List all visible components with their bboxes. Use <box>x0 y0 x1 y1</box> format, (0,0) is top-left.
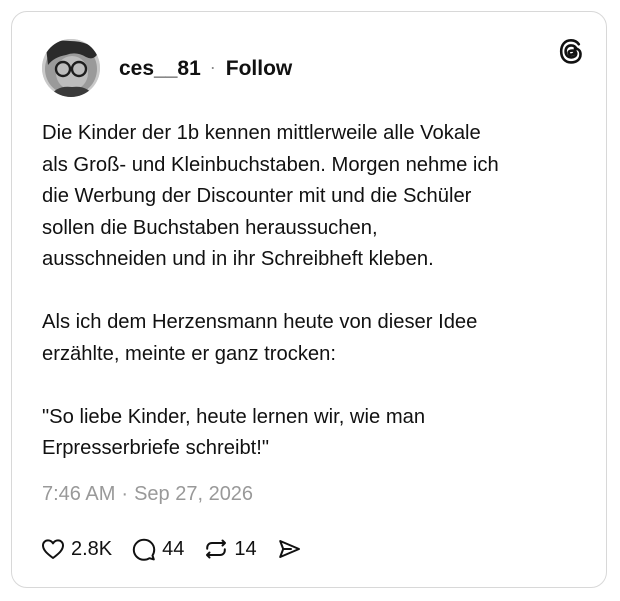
avatar-image <box>42 39 100 97</box>
post-header: ces__81 · Follow <box>119 56 292 82</box>
post-date: Sep 27, 2026 <box>134 483 254 505</box>
like-button[interactable]: 2.8K <box>40 536 112 562</box>
threads-logo-icon[interactable] <box>556 36 586 66</box>
post-paragraph: Als ich dem Herzensmann heute von dieser… <box>42 311 478 365</box>
share-button[interactable] <box>276 536 302 562</box>
post-body: Die Kinder der 1b kennen mittlerweile al… <box>42 118 587 465</box>
reply-button[interactable]: 44 <box>131 536 184 562</box>
follow-button[interactable]: Follow <box>226 57 293 81</box>
repost-count: 14 <box>234 537 257 560</box>
avatar[interactable] <box>42 39 100 97</box>
post-timestamp[interactable]: 7:46 AM · Sep 27, 2026 <box>42 483 253 506</box>
post-time: 7:46 AM <box>42 483 116 505</box>
post-paragraph: Die Kinder der 1b kennen mittlerweile al… <box>42 122 499 270</box>
heart-icon <box>42 539 64 559</box>
repost-button[interactable]: 14 <box>203 536 257 562</box>
action-bar: 2.8K 44 14 <box>40 532 321 566</box>
reply-count: 44 <box>162 537 185 560</box>
post-card: ces__81 · Follow Die Kinder der 1b kenne… <box>11 11 607 588</box>
timestamp-separator: · <box>121 483 129 505</box>
comment-bubble-icon <box>132 538 156 561</box>
username-link[interactable]: ces__81 <box>119 57 201 81</box>
header-separator: · <box>209 56 216 77</box>
repost-icon <box>206 539 227 559</box>
post-paragraph: "So liebe Kinder, heute lernen wir, wie … <box>42 405 426 460</box>
send-icon <box>278 540 300 558</box>
like-count: 2.8K <box>71 537 113 560</box>
